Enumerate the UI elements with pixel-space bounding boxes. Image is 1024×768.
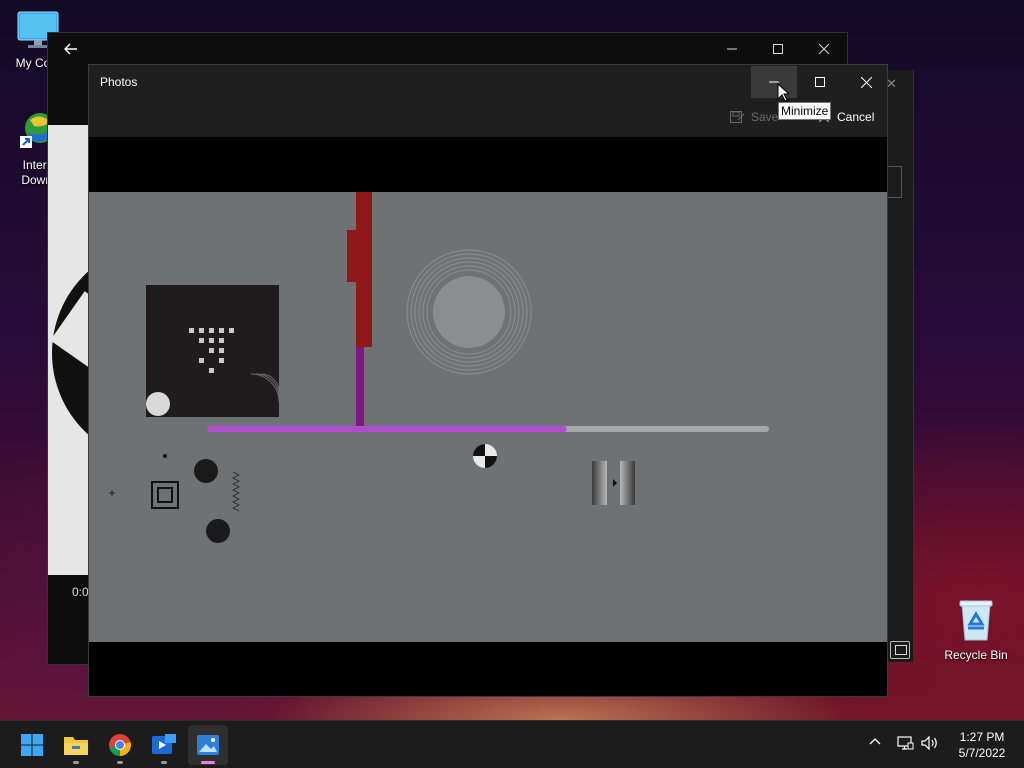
photos-icon	[197, 735, 219, 755]
ring-center	[433, 276, 505, 348]
running-indicator	[73, 761, 79, 764]
desktop-icon-recycle-bin[interactable]: Recycle Bin	[938, 598, 1014, 663]
window-title: Photos	[100, 75, 138, 89]
inner-square	[157, 487, 173, 503]
clock-time: 1:27 PM	[959, 730, 1005, 744]
red-bar-shape	[356, 192, 372, 347]
editor-toolbar: Saves Cancel	[89, 99, 887, 137]
minimize-button[interactable]	[709, 33, 755, 65]
running-indicator	[161, 761, 167, 764]
close-button[interactable]	[801, 33, 847, 65]
crosshair-mark	[109, 490, 115, 496]
taskbar-photos[interactable]	[188, 725, 228, 765]
close-button[interactable]	[843, 66, 889, 98]
taskbar-clock[interactable]: 1:27 PM 5/7/2022	[946, 729, 1018, 761]
minimize-button[interactable]	[751, 66, 797, 98]
gradient-bar-right	[620, 461, 635, 505]
network-icon[interactable]	[896, 735, 914, 751]
photos-titlebar: Photos	[89, 65, 887, 99]
taskbar-file-explorer[interactable]	[56, 725, 96, 765]
volume-icon[interactable]	[920, 735, 940, 751]
taskbar-chrome[interactable]	[100, 725, 140, 765]
chrome-icon	[109, 734, 131, 756]
folder-icon	[64, 737, 88, 755]
taskbar-media-player[interactable]	[144, 725, 184, 765]
running-indicator	[117, 761, 123, 764]
image-canvas[interactable]	[89, 192, 887, 642]
back-arrow-icon	[64, 43, 77, 55]
background-input-box	[887, 166, 902, 198]
mouse-cursor-icon	[777, 83, 789, 102]
red-bar-notch	[347, 230, 357, 282]
close-icon	[860, 76, 872, 88]
gradient-bar-marker	[613, 479, 617, 487]
maximize-icon	[773, 44, 783, 54]
media-player-titlebar	[48, 33, 847, 65]
clock-date: 5/7/2022	[958, 746, 1006, 760]
maximize-icon	[815, 77, 825, 87]
small-dot	[163, 454, 167, 458]
image-content	[109, 192, 769, 543]
black-circle-top	[194, 459, 218, 483]
active-indicator	[201, 761, 215, 764]
cancel-label: Cancel	[837, 110, 875, 124]
windows-logo-icon	[21, 734, 43, 756]
save-as-button[interactable]: Saves	[729, 109, 784, 125]
progress-fill	[207, 426, 567, 432]
zigzag-mark	[231, 471, 241, 512]
show-hidden-icons-chevron-icon[interactable]	[868, 735, 882, 749]
recycle-bin-icon	[959, 600, 993, 641]
minimize-tooltip: Minimize	[778, 102, 832, 120]
close-icon	[819, 44, 829, 54]
maximize-button[interactable]	[755, 33, 801, 65]
save-label: Save	[751, 110, 779, 124]
save-icon	[730, 111, 745, 123]
mini-player-icon[interactable]	[890, 641, 910, 659]
photos-window: Photos Saves Cancel Minimize	[88, 64, 888, 697]
black-circle-bottom	[206, 519, 230, 543]
media-player-icon	[152, 734, 176, 754]
start-button[interactable]	[12, 725, 52, 765]
maximize-button[interactable]	[797, 66, 843, 98]
gradient-bar-left	[592, 461, 607, 505]
video-time-label: 0:0	[72, 585, 89, 599]
outer-square	[151, 481, 179, 509]
panel-circle	[146, 392, 170, 416]
minimize-icon	[727, 48, 737, 50]
desktop-icon-label: Recycle Bin	[944, 648, 1008, 662]
purple-stem-shape	[356, 347, 364, 427]
taskbar: 1:27 PM 5/7/2022	[0, 720, 1024, 768]
back-button[interactable]	[48, 33, 94, 65]
